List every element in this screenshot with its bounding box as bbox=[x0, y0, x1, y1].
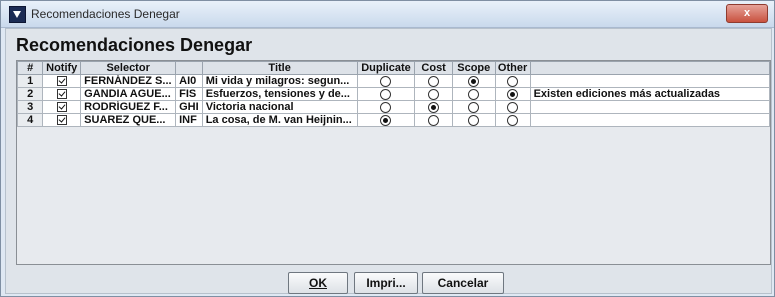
other-radio[interactable] bbox=[494, 113, 531, 127]
radio-selected-icon[interactable] bbox=[380, 114, 392, 126]
close-button[interactable]: x bbox=[726, 4, 768, 23]
cost-radio[interactable] bbox=[414, 113, 453, 127]
other-radio[interactable] bbox=[494, 87, 531, 101]
column-header-cost[interactable]: Cost bbox=[414, 61, 453, 75]
title-cell[interactable]: Victoria nacional bbox=[201, 100, 358, 114]
duplicate-radio[interactable] bbox=[356, 113, 416, 127]
column-header-code[interactable] bbox=[175, 61, 203, 75]
page-title: Recomendaciones Denegar bbox=[16, 35, 253, 55]
cost-radio[interactable] bbox=[414, 87, 453, 101]
other-radio[interactable] bbox=[494, 100, 531, 114]
title-bar[interactable]: Recomendaciones Denegar x bbox=[1, 1, 774, 28]
print-button[interactable]: Impri... bbox=[354, 272, 418, 294]
selector-cell[interactable]: GANDIA AGUE... bbox=[80, 87, 177, 101]
ok-button-label: OK bbox=[309, 276, 327, 290]
dialog-panel: Recomendaciones Denegar # Notify Selecto… bbox=[5, 28, 772, 294]
notify-checkbox[interactable] bbox=[42, 113, 82, 127]
scope-radio[interactable] bbox=[451, 74, 496, 88]
column-header-number[interactable]: # bbox=[17, 61, 44, 75]
selector-cell[interactable]: RODRÍGUEZ F... bbox=[80, 100, 177, 114]
table-row[interactable]: 2 GANDIA AGUE... FIS Esfuerzos, tensione… bbox=[17, 87, 770, 101]
title-cell[interactable]: Esfuerzos, tensiones y de... bbox=[201, 87, 358, 101]
radio-icon[interactable] bbox=[428, 88, 440, 100]
window-title: Recomendaciones Denegar bbox=[31, 7, 180, 21]
note-cell[interactable] bbox=[529, 100, 770, 114]
table-row[interactable]: 3 RODRÍGUEZ F... GHI Victoria nacional bbox=[17, 100, 770, 114]
dialog-window: Recomendaciones Denegar x Recomendacione… bbox=[0, 0, 775, 297]
radio-icon[interactable] bbox=[428, 75, 440, 87]
recommendations-table: # Notify Selector Title Duplicate Cost S… bbox=[16, 60, 771, 265]
cancel-button[interactable]: Cancelar bbox=[422, 272, 504, 294]
code-cell[interactable]: AI0 bbox=[175, 74, 203, 88]
column-header-notify[interactable]: Notify bbox=[42, 61, 82, 75]
duplicate-radio[interactable] bbox=[356, 100, 416, 114]
radio-icon[interactable] bbox=[428, 114, 440, 126]
selector-cell[interactable]: SUAREZ QUE... bbox=[80, 113, 177, 127]
note-cell[interactable]: Existen ediciones más actualizadas bbox=[529, 87, 770, 101]
checkbox-checked-icon[interactable] bbox=[56, 115, 67, 126]
print-button-label: Impri... bbox=[366, 276, 406, 290]
checkbox-checked-icon[interactable] bbox=[56, 76, 67, 87]
radio-selected-icon[interactable] bbox=[468, 75, 480, 87]
radio-icon[interactable] bbox=[468, 114, 480, 126]
radio-icon[interactable] bbox=[468, 88, 480, 100]
column-header-selector[interactable]: Selector bbox=[80, 61, 177, 75]
column-header-duplicate[interactable]: Duplicate bbox=[356, 61, 416, 75]
duplicate-radio[interactable] bbox=[356, 87, 416, 101]
radio-icon[interactable] bbox=[380, 88, 392, 100]
scope-radio[interactable] bbox=[451, 113, 496, 127]
radio-selected-icon[interactable] bbox=[428, 101, 440, 113]
radio-icon[interactable] bbox=[380, 75, 392, 87]
row-number: 3 bbox=[17, 100, 44, 114]
radio-icon[interactable] bbox=[507, 101, 519, 113]
title-cell[interactable]: La cosa, de M. van Heijnin... bbox=[201, 113, 358, 127]
column-header-other[interactable]: Other bbox=[494, 61, 531, 75]
other-radio[interactable] bbox=[494, 74, 531, 88]
notify-checkbox[interactable] bbox=[42, 100, 82, 114]
radio-selected-icon[interactable] bbox=[507, 88, 519, 100]
radio-icon[interactable] bbox=[507, 114, 519, 126]
row-number: 4 bbox=[17, 113, 44, 127]
cost-radio[interactable] bbox=[414, 74, 453, 88]
title-cell[interactable]: Mi vida y milagros: segun... bbox=[201, 74, 358, 88]
cancel-button-label: Cancelar bbox=[437, 276, 489, 290]
checkbox-checked-icon[interactable] bbox=[56, 102, 67, 113]
row-number: 2 bbox=[17, 87, 44, 101]
cost-radio[interactable] bbox=[414, 100, 453, 114]
ok-button[interactable]: OK bbox=[288, 272, 348, 294]
scope-radio[interactable] bbox=[451, 87, 496, 101]
table-row[interactable]: 1 FERNÁNDEZ S... AI0 Mi vida y milagros:… bbox=[17, 74, 770, 88]
table-header-row: # Notify Selector Title Duplicate Cost S… bbox=[17, 61, 770, 75]
column-header-title[interactable]: Title bbox=[201, 61, 358, 75]
code-cell[interactable]: INF bbox=[175, 113, 203, 127]
column-header-scope[interactable]: Scope bbox=[451, 61, 496, 75]
duplicate-radio[interactable] bbox=[356, 74, 416, 88]
app-logo-icon bbox=[9, 6, 26, 23]
button-bar: OK Impri... Cancelar bbox=[6, 272, 771, 296]
note-cell[interactable] bbox=[529, 74, 770, 88]
note-cell[interactable] bbox=[529, 113, 770, 127]
selector-cell[interactable]: FERNÁNDEZ S... bbox=[80, 74, 177, 88]
table-row[interactable]: 4 SUAREZ QUE... INF La cosa, de M. van H… bbox=[17, 113, 770, 127]
radio-icon[interactable] bbox=[468, 101, 480, 113]
row-number: 1 bbox=[17, 74, 44, 88]
code-cell[interactable]: FIS bbox=[175, 87, 203, 101]
column-header-note bbox=[529, 61, 770, 75]
scope-radio[interactable] bbox=[451, 100, 496, 114]
code-cell[interactable]: GHI bbox=[175, 100, 203, 114]
notify-checkbox[interactable] bbox=[42, 87, 82, 101]
checkbox-checked-icon[interactable] bbox=[56, 89, 67, 100]
notify-checkbox[interactable] bbox=[42, 74, 82, 88]
radio-icon[interactable] bbox=[380, 101, 392, 113]
radio-icon[interactable] bbox=[507, 75, 519, 87]
